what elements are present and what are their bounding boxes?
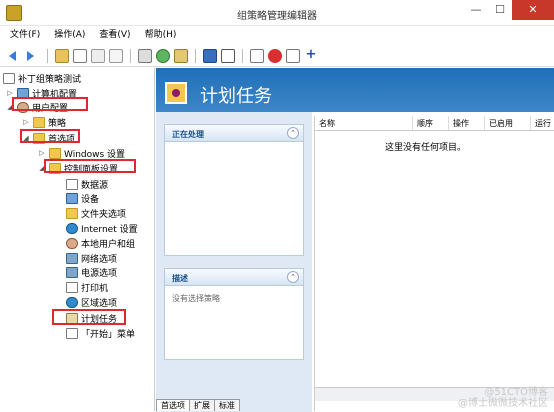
processing-pane: 正在处理 ⌃ (164, 124, 304, 256)
toolbar-separator (242, 48, 243, 63)
expand-icon[interactable]: ▷ (6, 89, 14, 97)
close-button[interactable]: ✕ (512, 0, 554, 20)
column-order[interactable]: 顺序 (413, 116, 449, 130)
maximize-button[interactable]: ☐ (488, 0, 512, 20)
collapse-pane-icon[interactable]: ⌃ (287, 127, 299, 139)
expand-icon[interactable]: ▷ (22, 118, 30, 126)
paste-icon[interactable] (109, 48, 123, 63)
tree-item-devices[interactable]: 设备 (66, 191, 99, 205)
print-icon[interactable] (138, 48, 152, 63)
tab-standard[interactable]: 标准 (214, 399, 240, 411)
menu-bar: 文件(F) 操作(A) 查看(V) 帮助(H) (0, 27, 554, 44)
help-icon[interactable] (203, 48, 217, 63)
highlight-user-config (12, 97, 88, 111)
device-icon (66, 192, 78, 204)
toolbar-separator (47, 48, 48, 63)
tree-item-internet-settings[interactable]: Internet 设置 (66, 221, 138, 235)
printer-icon (66, 281, 78, 293)
description-text: 没有选择策略 (172, 294, 220, 303)
start-menu-icon (66, 327, 78, 339)
menu-view[interactable]: 查看(V) (99, 27, 130, 44)
search-icon[interactable] (250, 48, 264, 63)
region-icon (66, 296, 78, 308)
export-list-icon[interactable] (174, 48, 188, 63)
processing-pane-header: 正在处理 ⌃ (165, 125, 303, 142)
tab-preferences[interactable]: 首选项 (156, 399, 190, 411)
watermark: @51CTO博客 @博士微微技术社区 (458, 387, 548, 409)
network-icon (66, 252, 78, 264)
highlight-control-panel (44, 159, 136, 173)
show-hide-tree-icon[interactable] (73, 48, 87, 63)
empty-message: 这里没有任何项目。 (385, 143, 467, 153)
title-bar: 组策略管理编辑器 — ☐ ✕ (0, 0, 554, 26)
tree-item-policies[interactable]: ▷ 策略 (22, 115, 66, 129)
tree-root[interactable]: 补丁组策略测试 (3, 71, 81, 85)
column-run[interactable]: 运行 (531, 116, 554, 130)
menu-help[interactable]: 帮助(H) (145, 27, 177, 44)
tree-item-power-options[interactable]: 电源选项 (66, 265, 117, 279)
list-header: 名称 顺序 操作 已启用 运行 (315, 116, 554, 131)
column-action[interactable]: 操作 (449, 116, 485, 130)
tree-item-regional-options[interactable]: 区域选项 (66, 295, 117, 309)
tree-item-windows-settings[interactable]: ▷ Windows 设置 (38, 146, 125, 160)
power-icon (66, 266, 78, 278)
back-icon[interactable] (8, 49, 22, 63)
move-icon[interactable] (286, 48, 300, 63)
policy-doc-icon (3, 72, 15, 84)
column-name[interactable]: 名称 (315, 116, 413, 130)
collapse-pane-icon[interactable]: ⌃ (287, 271, 299, 283)
tree-item-local-users[interactable]: 本地用户和组 (66, 236, 135, 250)
folder-options-icon (66, 207, 78, 219)
content-header: 计划任务 (156, 68, 554, 112)
data-source-icon (66, 178, 78, 190)
globe-icon (66, 222, 78, 234)
delete-icon[interactable] (268, 48, 282, 63)
window-controls: — ☐ ✕ (464, 0, 554, 22)
tab-strip: 首选项 扩展 标准 (156, 399, 240, 411)
description-pane-header: 描述 ⌃ (165, 269, 303, 286)
item-list: 名称 顺序 操作 已启用 运行 这里没有任何项目。 (314, 116, 554, 411)
main-panel: 计划任务 正在处理 ⌃ 描述 ⌃ 没有选择策略 名称 顺序 操作 已启用 运行 … (156, 68, 554, 412)
column-enabled[interactable]: 已启用 (485, 116, 531, 130)
up-folder-icon[interactable] (55, 48, 69, 63)
menu-action[interactable]: 操作(A) (54, 27, 85, 44)
tree-panel: 补丁组策略测试 ▷ 计算机配置 ◢ 用户配置 ▷ 策略 ◢ 首选项 ▷ Wind… (0, 68, 155, 411)
content-title: 计划任务 (200, 86, 272, 107)
details-side-panel: 正在处理 ⌃ 描述 ⌃ 没有选择策略 (156, 112, 312, 412)
refresh-icon[interactable] (156, 48, 170, 63)
menu-file[interactable]: 文件(F) (10, 27, 40, 44)
tab-extended[interactable]: 扩展 (189, 399, 215, 411)
folder-icon (33, 116, 45, 128)
tree-item-folder-options[interactable]: 文件夹选项 (66, 206, 126, 220)
copy-icon[interactable] (91, 48, 105, 63)
tree-item-data-sources[interactable]: 数据源 (66, 177, 108, 191)
properties-icon[interactable] (221, 48, 235, 63)
minimize-button[interactable]: — (464, 0, 488, 20)
add-icon[interactable]: + (304, 48, 318, 63)
folder-icon (49, 147, 61, 159)
tree-item-start-menu[interactable]: 「开始」菜单 (66, 326, 135, 340)
highlight-scheduled-tasks (52, 309, 126, 325)
tree-item-printers[interactable]: 打印机 (66, 280, 108, 294)
highlight-preferences (20, 129, 80, 143)
toolbar-separator (195, 48, 196, 63)
toolbar-separator (130, 48, 131, 63)
tree-item-network-options[interactable]: 网络选项 (66, 251, 117, 265)
description-pane: 描述 ⌃ 没有选择策略 (164, 268, 304, 360)
users-icon (66, 237, 78, 249)
forward-icon[interactable] (26, 49, 40, 63)
expand-icon[interactable]: ▷ (38, 149, 46, 157)
scheduled-task-header-icon (165, 82, 187, 104)
toolbar: + (0, 45, 554, 67)
